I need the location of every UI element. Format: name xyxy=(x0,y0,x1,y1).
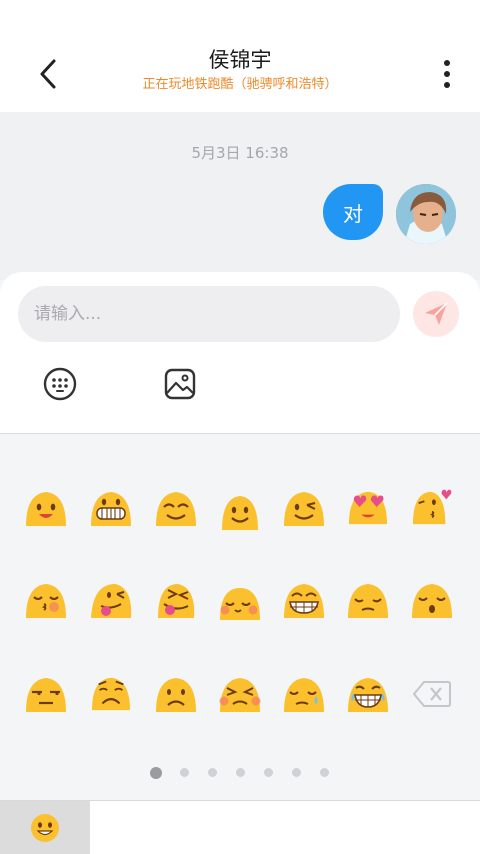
page-dot-2[interactable] xyxy=(180,768,189,777)
emoji-pensive[interactable] xyxy=(346,580,390,620)
emoji-disappointed-relieved[interactable] xyxy=(282,674,326,714)
emoji-worried[interactable] xyxy=(89,672,133,712)
emoji-tongue-wink[interactable] xyxy=(89,580,133,620)
emoji-persevere[interactable] xyxy=(218,674,262,714)
page-dot-5[interactable] xyxy=(264,768,273,777)
chevron-left-icon xyxy=(40,59,56,89)
avatar-image xyxy=(396,184,456,244)
message-input[interactable] xyxy=(18,286,400,342)
message-bubble-self[interactable]: 对 xyxy=(323,184,383,240)
emoji-blow-kiss[interactable] xyxy=(410,486,454,526)
emoji-slight-smile[interactable] xyxy=(218,492,262,532)
chat-screen: 侯锦宇 正在玩地铁跑酷（驰骋呼和浩特） 5月3日 16:38 对 xyxy=(0,0,480,854)
emoji-smile[interactable] xyxy=(24,488,68,528)
keyboard-toggle-button[interactable] xyxy=(42,366,78,402)
message-timestamp: 5月3日 16:38 xyxy=(191,144,289,162)
page-dot-6[interactable] xyxy=(292,768,301,777)
emoji-kissing-closed-eyes[interactable] xyxy=(24,580,68,620)
input-panel xyxy=(0,272,480,434)
send-icon xyxy=(425,302,448,325)
emoji-happy-closed-eyes[interactable] xyxy=(154,488,198,528)
emoji-wink[interactable] xyxy=(282,488,326,528)
more-options-button[interactable] xyxy=(432,56,462,92)
backspace-icon xyxy=(412,681,451,707)
page-indicator xyxy=(0,767,480,780)
image-icon xyxy=(164,368,196,400)
image-picker-button[interactable] xyxy=(162,366,198,402)
emoji-beaming[interactable] xyxy=(282,580,326,620)
emoji-joy[interactable] xyxy=(346,674,390,714)
emoji-blush[interactable] xyxy=(218,582,262,622)
contact-status: 正在玩地铁跑酷（驰骋呼和浩特） xyxy=(142,77,338,92)
emoji-unamused[interactable] xyxy=(24,674,68,714)
title-block: 侯锦宇 正在玩地铁跑酷（驰骋呼和浩特） xyxy=(80,46,400,94)
emoji-category-bar xyxy=(0,800,480,854)
back-button[interactable] xyxy=(30,54,66,94)
keyboard-grid-icon xyxy=(43,367,77,401)
emoji-panel xyxy=(0,434,480,800)
page-dot-1[interactable] xyxy=(150,767,162,779)
emoji-frowning[interactable] xyxy=(154,674,198,714)
message-list[interactable]: 5月3日 16:38 对 xyxy=(0,112,480,280)
emoji-kissing[interactable] xyxy=(410,580,454,620)
emoji-grin[interactable] xyxy=(89,488,133,528)
send-button[interactable] xyxy=(413,291,459,337)
avatar[interactable] xyxy=(396,184,456,244)
header-bar: 侯锦宇 正在玩地铁跑酷（驰骋呼和浩特） xyxy=(0,0,480,112)
emoji-category-tab[interactable] xyxy=(0,801,90,854)
more-vertical-icon xyxy=(444,60,450,88)
page-dot-3[interactable] xyxy=(208,768,217,777)
page-dot-7[interactable] xyxy=(320,768,329,777)
delete-button[interactable] xyxy=(410,674,454,714)
page-dot-4[interactable] xyxy=(236,768,245,777)
emoji-heart-eyes[interactable] xyxy=(346,486,390,526)
emoji-tongue-squint[interactable] xyxy=(154,580,198,620)
contact-name: 侯锦宇 xyxy=(208,48,272,72)
emoji-smile-icon xyxy=(31,814,59,842)
